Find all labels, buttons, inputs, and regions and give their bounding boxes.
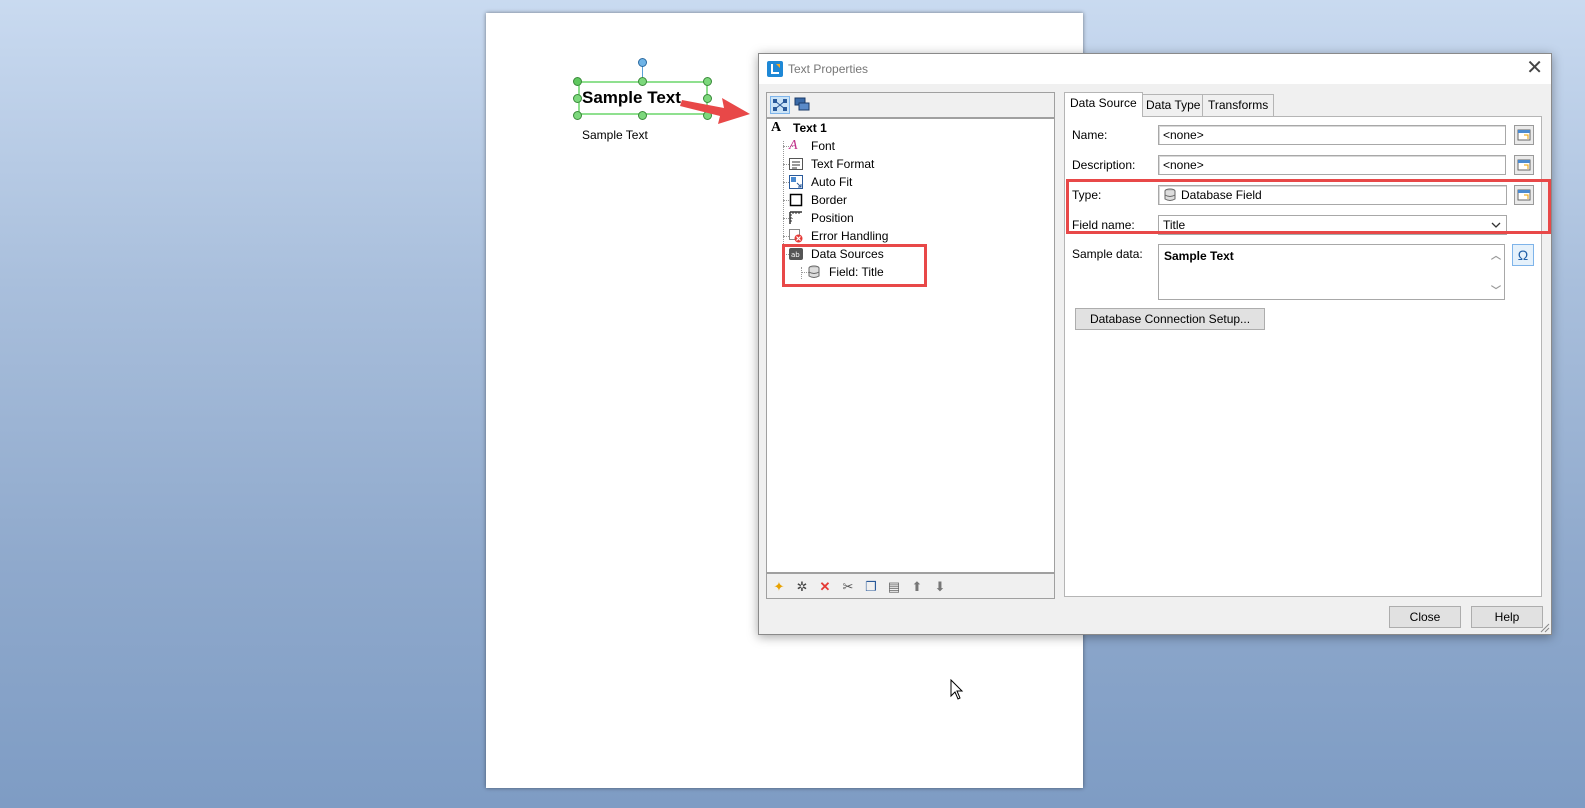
field-picker-icon [1517, 129, 1531, 141]
help-button[interactable]: Help [1471, 606, 1543, 628]
tree-toolbar [766, 92, 1055, 118]
move-up-icon[interactable]: ⬆ [908, 578, 926, 596]
object-view-toggle[interactable] [770, 96, 790, 114]
resize-handle[interactable] [573, 77, 582, 86]
resize-handle[interactable] [638, 111, 647, 120]
app-icon [767, 61, 783, 77]
close-button[interactable]: Close [1389, 606, 1461, 628]
text-format-icon [789, 158, 803, 170]
tab-data-type[interactable]: Data Type [1140, 94, 1207, 116]
tab-data-source[interactable]: Data Source [1064, 92, 1143, 117]
close-icon[interactable]: ✕ [1526, 58, 1543, 78]
highlight-box-type [1066, 179, 1551, 234]
sample-data-value: Sample Text [1164, 249, 1234, 263]
scroll-down-icon[interactable]: ﹀ [1491, 282, 1501, 297]
description-label: Description: [1072, 158, 1136, 172]
object-tree-icon [773, 99, 787, 111]
layers-icon [794, 97, 810, 111]
highlight-box-tree [782, 244, 927, 287]
copy-icon[interactable]: ❐ [862, 578, 880, 596]
resize-handle[interactable] [703, 77, 712, 86]
auto-fit-icon [789, 175, 803, 189]
cut-icon[interactable]: ✂ [839, 578, 857, 596]
title-bar[interactable]: Text Properties ✕ [759, 54, 1551, 84]
mouse-cursor-icon [950, 679, 964, 700]
paste-icon[interactable]: ▤ [885, 578, 903, 596]
sample-data-label: Sample data: [1072, 247, 1143, 261]
dialog-title: Text Properties [788, 62, 869, 76]
sample-data-textarea[interactable]: Sample Text ︿ ﹀ [1158, 244, 1505, 300]
resize-grip-icon[interactable] [1540, 623, 1550, 633]
tree-action-toolbar: ✦ ✲ ✕ ✂ ❐ ▤ ⬆ ⬇ [766, 573, 1055, 599]
scroll-up-icon[interactable]: ︿ [1491, 247, 1501, 262]
description-field[interactable]: <none> [1158, 155, 1506, 175]
text-properties-dialog: Text Properties ✕ A Text 1 A Font Text F… [758, 53, 1552, 635]
sample-text-caption: Sample Text [582, 128, 648, 142]
position-icon [789, 211, 802, 224]
move-down-icon[interactable]: ⬇ [931, 578, 949, 596]
name-field[interactable]: <none> [1158, 125, 1506, 145]
sample-text-object[interactable]: Sample Text [582, 88, 681, 108]
resize-handle[interactable] [573, 94, 582, 103]
border-icon [789, 193, 803, 207]
wizard-icon[interactable]: ✲ [793, 578, 811, 596]
tab-transforms[interactable]: Transforms [1202, 94, 1275, 116]
font-icon: A [789, 138, 798, 153]
text-object-icon: A [771, 120, 782, 135]
rotate-handle[interactable] [638, 58, 647, 67]
insert-symbol-button[interactable]: Ω [1512, 244, 1534, 266]
new-icon[interactable]: ✦ [770, 578, 788, 596]
layers-view-toggle[interactable] [793, 96, 813, 114]
delete-icon[interactable]: ✕ [816, 578, 834, 596]
resize-handle[interactable] [638, 77, 647, 86]
database-connection-setup-button[interactable]: Database Connection Setup... [1075, 308, 1265, 330]
name-picker-button[interactable] [1514, 125, 1534, 145]
resize-handle[interactable] [573, 111, 582, 120]
description-picker-button[interactable] [1514, 155, 1534, 175]
error-handling-icon [789, 229, 803, 243]
name-label: Name: [1072, 128, 1108, 142]
properties-tree: A Text 1 A Font Text Format Auto Fit Bor… [766, 118, 1055, 573]
field-picker-icon [1517, 159, 1531, 171]
red-arrow-icon [680, 98, 750, 124]
